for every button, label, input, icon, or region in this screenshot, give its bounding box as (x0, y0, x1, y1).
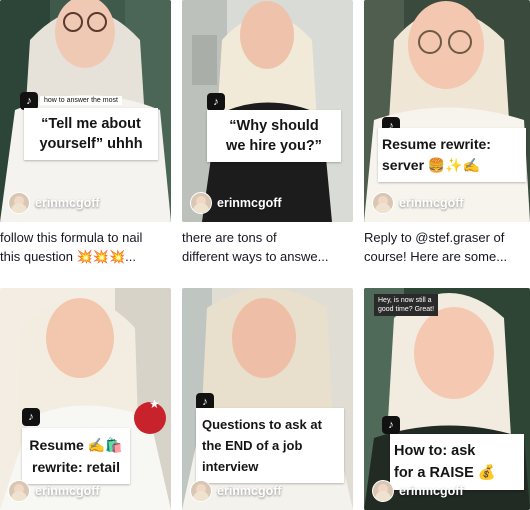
video-top-tag-line: good time? Great! (378, 306, 435, 313)
video-caption-line: rewrite: retail (32, 459, 120, 475)
username: erinmcgoff (217, 484, 282, 498)
username: erinmcgoff (399, 484, 464, 498)
video-caption: Resume ✍️🛍️ rewrite: retail (22, 428, 130, 484)
avatar (190, 192, 212, 214)
video-thumbnail[interactable]: Hey, is now still a good time? Great! ♪ … (364, 288, 530, 510)
video-description-line: Reply to @stef.graser of (364, 230, 505, 245)
video-caption-line: Resume ✍️🛍️ (29, 437, 123, 453)
video-caption: Questions to ask at the END of a job int… (196, 408, 344, 483)
tiktok-logo-icon: ♪ (22, 408, 40, 426)
avatar (8, 192, 30, 214)
tiktok-logo-icon: ♪ (207, 93, 225, 111)
video-caption: “Why should we hire you?” (207, 110, 341, 162)
username: erinmcgoff (35, 484, 100, 498)
video-caption-line: the END of a job (202, 438, 303, 453)
video-thumbnail[interactable]: ♪ how to answer the most “Tell me about … (0, 0, 171, 222)
avatar (190, 480, 212, 502)
video-description-line: there are tons of (182, 230, 277, 245)
video-caption-line: Resume rewrite: (382, 136, 491, 152)
video-top-tag: how to answer the most (40, 96, 122, 105)
username: erinmcgoff (217, 196, 282, 210)
tiktok-logo-icon: ♪ (382, 416, 400, 434)
video-description-line: course! Here are some... (364, 249, 508, 264)
avatar (8, 480, 30, 502)
video-author[interactable]: erinmcgoff (372, 192, 464, 214)
video-caption-line: interview (202, 459, 259, 474)
video-author[interactable]: erinmcgoff (8, 192, 100, 214)
video-frame-image (364, 0, 530, 222)
video-thumbnail[interactable]: ♪ “Why should we hire you?” erinmcgoff (182, 0, 353, 222)
video-description-line: different ways to answe... (182, 249, 329, 264)
avatar (372, 480, 394, 502)
username: erinmcgoff (399, 196, 464, 210)
video-caption-line: “Tell me about (41, 116, 141, 132)
video-author[interactable]: erinmcgoff (372, 480, 464, 502)
video-author[interactable]: erinmcgoff (190, 480, 282, 502)
video-caption: “Tell me about yourself” uhhh (24, 108, 158, 160)
video-caption-line: we hire you?” (226, 138, 322, 154)
video-top-tag: Hey, is now still a good time? Great! (374, 294, 439, 316)
video-caption-line: “Why should (229, 118, 319, 134)
video-description[interactable]: follow this formula to nail this questio… (0, 228, 171, 266)
video-author[interactable]: erinmcgoff (8, 480, 100, 502)
avatar (372, 192, 394, 214)
video-caption-line: How to: ask (394, 443, 476, 459)
video-description-line: follow this formula to nail (0, 230, 143, 245)
video-description-line: this question 💥💥💥... (0, 249, 136, 264)
video-thumbnail[interactable]: ★ ♪ Resume ✍️🛍️ rewrite: retail erinmcgo… (0, 288, 171, 510)
video-top-tag-line: Hey, is now still a (378, 297, 432, 304)
video-author[interactable]: erinmcgoff (190, 192, 282, 214)
video-caption-line: Questions to ask at (202, 417, 322, 432)
video-description[interactable]: there are tons of different ways to answ… (182, 228, 353, 266)
svg-text:★: ★ (149, 397, 160, 411)
video-caption: Resume rewrite: server 🍔✨✍️ (378, 128, 526, 182)
video-thumbnail[interactable]: ♪ Questions to ask at the END of a job i… (182, 288, 353, 510)
username: erinmcgoff (35, 196, 100, 210)
video-thumbnail[interactable]: ♪ Resume rewrite: server 🍔✨✍️ erinmcgoff (364, 0, 530, 222)
video-caption-line: server 🍔✨✍️ (382, 157, 481, 173)
video-caption-line: yourself” uhhh (39, 136, 143, 152)
video-description[interactable]: Reply to @stef.graser of course! Here ar… (364, 228, 530, 266)
